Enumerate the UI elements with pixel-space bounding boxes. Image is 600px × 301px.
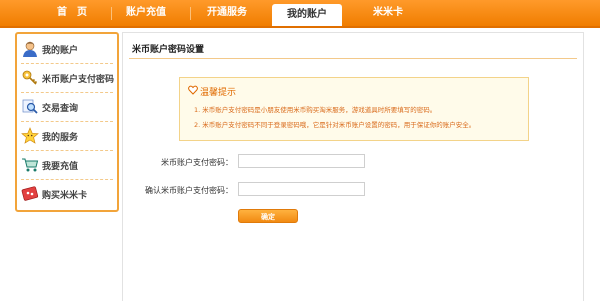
sidebar: 我的账户 米币账户支付密码 交易查询 我的服务 我要充值 购买米米卡 <box>15 32 119 212</box>
nav-separator <box>190 7 191 20</box>
sidebar-divider <box>21 121 113 122</box>
tip-line-2: 2. 米币账户支付密码不同于登录密码哦，它是针对米币账户设置的密码，用于保证你的… <box>194 121 476 129</box>
heart-icon <box>188 85 198 98</box>
magnifier-icon <box>21 98 39 116</box>
main-panel: 米币账户密码设置 温馨提示 1. 米币账户支付密码是小朋友使用米币购买淘米服务，… <box>122 32 584 301</box>
sidebar-item-buy-mimi-card[interactable]: 购买米米卡 <box>21 181 113 207</box>
sidebar-item-payment-password[interactable]: 米币账户支付密码 <box>21 65 115 91</box>
tips-title: 温馨提示 <box>200 88 237 98</box>
sidebar-item-label: 交易查询 <box>42 103 79 114</box>
sidebar-item-my-account[interactable]: 我的账户 <box>21 36 113 62</box>
user-avatar-icon <box>21 40 39 58</box>
sidebar-item-label: 我的账户 <box>42 45 79 56</box>
confirm-password-label: 确认米币账户支付密码： <box>145 186 233 195</box>
tips-box: 温馨提示 1. 米币账户支付密码是小朋友使用米币购买淘米服务，游戏道具时所要填写… <box>179 77 529 141</box>
tip-line-1: 1. 米币账户支付密码是小朋友使用米币购买淘米服务，游戏道具时所要填写的密码。 <box>194 106 437 114</box>
nav-tab-mimi-card[interactable]: 米米卡 <box>360 0 416 26</box>
key-icon <box>21 69 39 87</box>
sidebar-item-my-services[interactable]: 我的服务 <box>21 123 113 149</box>
password-input[interactable] <box>238 154 365 168</box>
sidebar-item-label: 我要充值 <box>42 161 79 172</box>
top-nav-bar: 首 页 账户充值 开通服务 我的账户 米米卡 <box>0 0 600 28</box>
sidebar-item-label: 我的服务 <box>42 132 79 143</box>
sidebar-divider <box>21 179 113 180</box>
title-divider <box>129 58 577 59</box>
sidebar-divider <box>21 63 113 64</box>
cart-icon <box>21 156 39 174</box>
sidebar-divider <box>21 92 113 93</box>
tips-heading: 温馨提示 <box>188 85 236 98</box>
sidebar-item-recharge[interactable]: 我要充值 <box>21 152 113 178</box>
confirm-button[interactable]: 确定 <box>238 209 298 223</box>
sidebar-item-transaction-query[interactable]: 交易查询 <box>21 94 113 120</box>
confirm-password-input[interactable] <box>238 182 365 196</box>
sidebar-item-label: 米币账户支付密码 <box>42 74 115 85</box>
page-title: 米币账户密码设置 <box>132 45 205 55</box>
sidebar-item-label: 购买米米卡 <box>42 190 88 201</box>
nav-separator <box>111 7 112 20</box>
nav-tab-my-account[interactable]: 我的账户 <box>272 4 342 26</box>
nav-tab-services[interactable]: 开通服务 <box>196 0 258 26</box>
nav-tab-home[interactable]: 首 页 <box>42 0 102 26</box>
gift-card-icon <box>21 185 39 203</box>
password-label: 米币账户支付密码： <box>161 158 233 167</box>
nav-tab-recharge[interactable]: 账户充值 <box>117 0 175 26</box>
sidebar-divider <box>21 150 113 151</box>
star-icon <box>21 127 39 145</box>
